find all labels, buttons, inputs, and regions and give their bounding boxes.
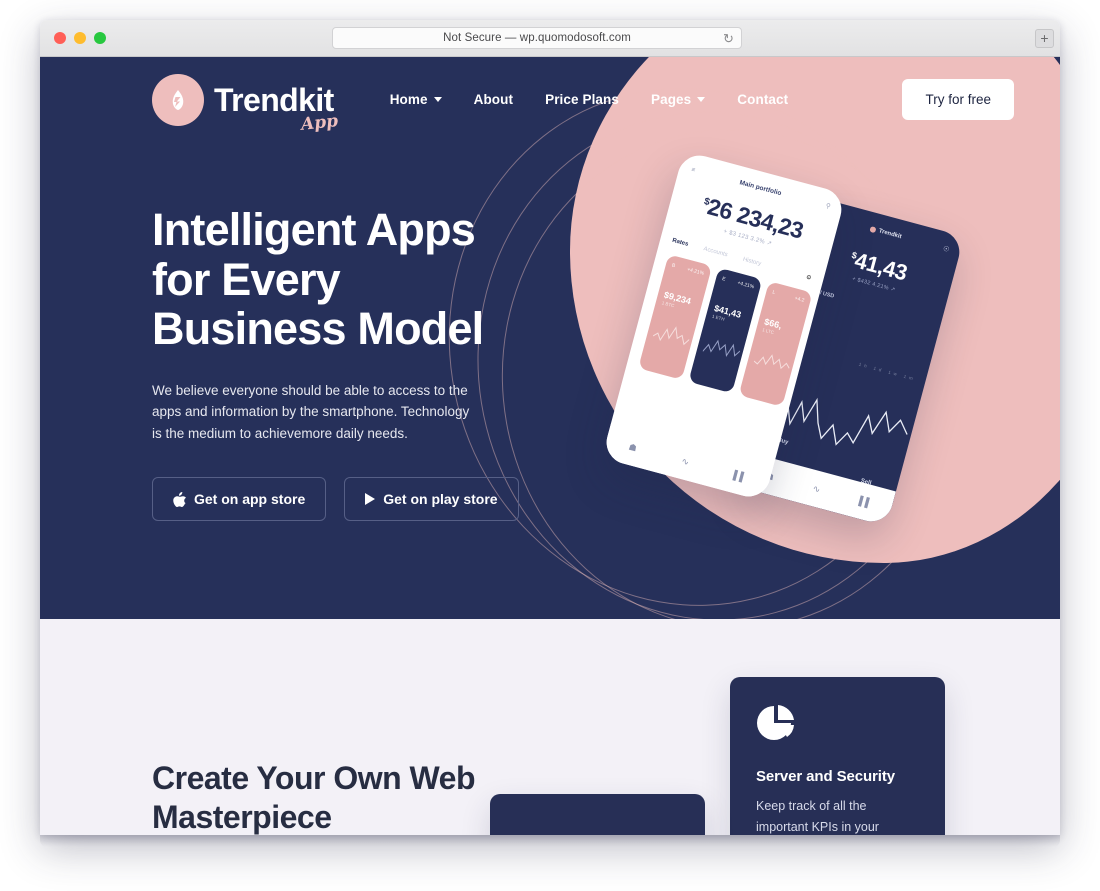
home-icon[interactable]: ☗ — [627, 441, 638, 454]
hero-title-line-3: Business Model — [152, 303, 484, 354]
site-logo[interactable]: Trendkit App — [152, 73, 339, 135]
hero-paragraph: We believe everyone should be able to ac… — [152, 382, 470, 442]
close-window-button[interactable] — [54, 32, 66, 44]
nav-item-pages-label: Pages — [651, 92, 692, 107]
try-for-free-button[interactable]: Try for free — [902, 79, 1014, 120]
page-viewport: Trendkit App Home About Price Plans Page… — [40, 57, 1060, 835]
phone-front-portfolio-label[interactable]: Main portfolio — [739, 179, 782, 197]
nav-item-price-plans[interactable]: Price Plans — [545, 92, 619, 107]
new-tab-button[interactable]: + — [1035, 29, 1054, 48]
phone-back-brand: Trendkit — [869, 225, 903, 240]
sliders-icon[interactable]: ▌▌ — [733, 470, 748, 483]
hamburger-icon[interactable]: ≡ — [691, 166, 696, 174]
nav-item-home-label: Home — [389, 92, 428, 107]
phone-tab-accounts[interactable]: Accounts — [703, 246, 728, 259]
rate-card-eth-change: +4.21% — [736, 280, 755, 291]
address-bar-text: Not Secure — wp.quomodosoft.com — [443, 32, 631, 44]
nav-item-about-label: About — [473, 92, 514, 107]
gear-icon[interactable]: ⚙ — [805, 274, 812, 282]
phone-back-pair: XDC / USD — [806, 286, 835, 300]
feature-card-server-security-body: Keep track of all the important KPIs in … — [756, 799, 879, 834]
hero-copy: Intelligent Apps for Every Business Mode… — [152, 205, 572, 522]
hero-title-line-1: Intelligent Apps — [152, 204, 476, 255]
nav-links: Home About Price Plans Pages Contact — [390, 92, 789, 107]
search-icon[interactable]: ⚲ — [825, 201, 832, 210]
rate-card-btc-change: +4.21% — [686, 266, 705, 277]
logo-wordmark: Trendkit — [214, 84, 334, 116]
minimize-window-button[interactable] — [74, 32, 86, 44]
nav-item-contact-label: Contact — [737, 92, 789, 107]
play-icon — [365, 493, 376, 506]
hero-title-line-2: for Every — [152, 253, 341, 305]
nav-item-pages[interactable]: Pages — [651, 92, 706, 107]
reload-icon[interactable]: ↻ — [723, 31, 734, 46]
address-bar[interactable]: Not Secure — wp.quomodosoft.com ↻ — [332, 27, 742, 49]
hero-title: Intelligent Apps for Every Business Mode… — [152, 205, 572, 354]
features-heading-line-2: Masterpiece — [152, 799, 332, 835]
rate-card-btc-sparkline — [652, 326, 690, 346]
phone-tab-history[interactable]: History — [742, 257, 762, 269]
logo-text: Trendkit App — [214, 84, 339, 135]
rate-card-ltc-head: L +4.2 — [772, 289, 805, 303]
rate-card-ltc-change: +4.2 — [793, 295, 806, 304]
maximize-window-button[interactable] — [94, 32, 106, 44]
browser-titlebar: Not Secure — wp.quomodosoft.com ↻ + — [40, 20, 1060, 57]
feature-card-server-security[interactable]: Server and Security Keep track of all th… — [730, 677, 945, 835]
pie-chart-icon — [757, 705, 794, 740]
bell-icon[interactable]: ☉ — [942, 244, 950, 253]
rate-card-eth-symbol: E — [721, 276, 727, 283]
get-on-app-store-label: Get on app store — [194, 491, 306, 508]
phone-back-brand-label: Trendkit — [878, 227, 903, 240]
logo-word-light: Trend — [214, 81, 299, 118]
logo-script-app: App — [299, 110, 339, 135]
feature-card-mobile-usability[interactable]: Mobile Usability — [490, 794, 705, 835]
features-section: Create Your Own Web Masterpiece Server a… — [40, 619, 1060, 835]
phone-tab-rates[interactable]: Rates — [671, 238, 689, 249]
phone-front-rate-cards: B +4.21% $9,234 1 BTC E +4.21% $41,43 1 … — [638, 254, 813, 407]
nav-item-about[interactable]: About — [474, 92, 513, 107]
get-on-play-store-label: Get on play store — [383, 491, 498, 508]
chevron-down-icon[interactable] — [433, 97, 442, 102]
chart-icon[interactable]: ∿ — [680, 455, 690, 468]
chart-icon[interactable]: ∿ — [811, 483, 822, 496]
window-bottom-shadow — [40, 835, 1060, 847]
rate-card-eth-head: E +4.21% — [721, 276, 754, 290]
rate-card-btc-symbol: B — [671, 262, 676, 270]
hero-section: Trendkit App Home About Price Plans Page… — [40, 57, 1060, 619]
chevron-down-icon[interactable] — [697, 97, 706, 102]
get-on-app-store-button[interactable]: Get on app store — [152, 477, 327, 522]
brand-dot-icon — [870, 226, 877, 233]
rate-card-ltc-symbol: L — [771, 289, 776, 296]
nav-item-home[interactable]: Home — [390, 92, 442, 107]
get-on-play-store-button[interactable]: Get on play store — [344, 477, 519, 522]
browser-window: Not Secure — wp.quomodosoft.com ↻ + Tren… — [40, 20, 1060, 835]
site-navbar: Trendkit App Home About Price Plans Page… — [40, 57, 1060, 142]
apple-icon — [173, 491, 186, 507]
features-heading: Create Your Own Web Masterpiece — [152, 759, 512, 835]
logo-mark-icon — [152, 73, 204, 126]
features-heading-line-1: Create Your Own Web — [152, 760, 476, 796]
rate-card-btc-head: B +4.21% — [671, 263, 704, 277]
hero-buttons: Get on app store Get on play store — [152, 477, 572, 522]
nav-item-price-plans-label: Price Plans — [545, 92, 619, 107]
lightning-drop-icon — [172, 89, 184, 110]
rate-card-eth-sparkline — [702, 339, 741, 358]
sliders-icon[interactable]: ▌▌ — [858, 496, 873, 509]
rate-card-ltc-sparkline — [753, 354, 790, 370]
window-controls[interactable] — [54, 32, 106, 44]
feature-card-server-security-title: Server and Security — [756, 768, 896, 785]
nav-item-contact[interactable]: Contact — [737, 92, 788, 107]
